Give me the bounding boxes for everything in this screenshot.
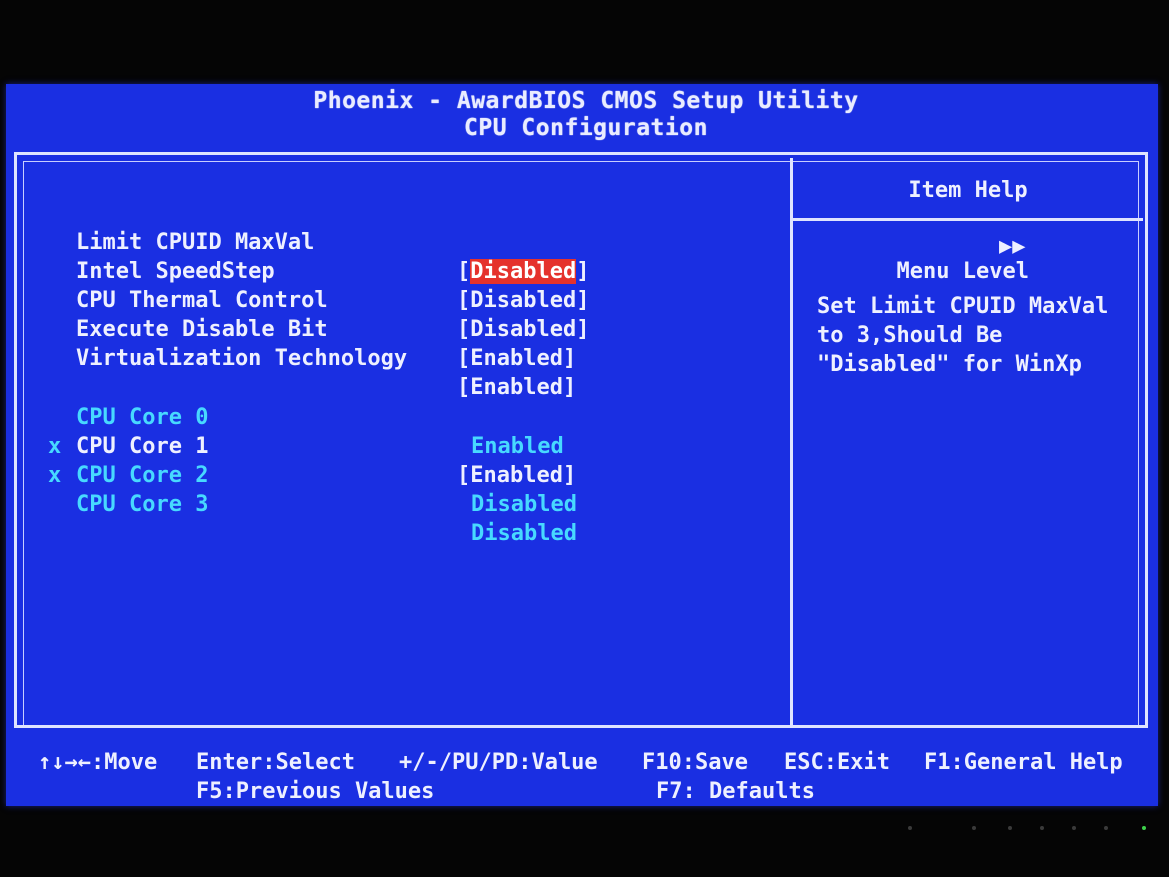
setting-row-limit-cpuid-maxval[interactable]: Limit CPUID MaxVal [Disabled] — [6, 170, 790, 284]
setting-label: CPU Core 2 — [76, 463, 209, 488]
setting-row-cpu-core-0: CPU Core 0 Enabled — [6, 345, 790, 459]
settings-list: Limit CPUID MaxVal [Disabled] Intel Spee… — [6, 84, 790, 806]
setting-value-text: Enabled — [470, 463, 563, 488]
setting-value: Disabled — [471, 521, 577, 546]
setting-row-cpu-core-3: x CPU Core 3 Disabled — [6, 432, 790, 546]
item-help-title: Item Help — [908, 178, 1028, 203]
help-line: to 3,Should Be — [817, 323, 1003, 348]
help-text: Set Limit CPUID MaxVal to 3,Should Be "Dis… — [817, 292, 1108, 379]
menu-level-label: Menu Level — [896, 259, 1029, 284]
monitor-bezel-buttons — [900, 826, 1160, 836]
setting-row-execute-disable-bit[interactable]: Execute Disable Bit [Enabled] — [6, 257, 790, 371]
double-arrow-right-icon: ▶▶ — [999, 234, 1026, 259]
key-enter-select: Enter:Select — [196, 750, 355, 775]
help-line: "Disabled" for WinXp — [817, 352, 1082, 377]
setting-label: CPU Core 3 — [76, 492, 209, 517]
setting-row-cpu-core-2: x CPU Core 2 Disabled — [6, 403, 790, 517]
setting-row-cpu-thermal-control[interactable]: CPU Thermal Control [Disabled] — [6, 228, 790, 342]
bezel-dot — [1104, 826, 1108, 830]
key-esc-exit: ESC:Exit — [784, 750, 890, 775]
key-f7-defaults: F7: Defaults — [656, 779, 815, 804]
key-f1-help: F1:General Help — [924, 750, 1123, 775]
setting-value: Disabled — [471, 492, 577, 517]
bezel-dot — [1040, 826, 1044, 830]
bezel-dot — [972, 826, 976, 830]
bios-screen: Phoenix - AwardBIOS CMOS Setup Utility C… — [6, 84, 1158, 806]
key-move: ↑↓→←:Move — [38, 750, 158, 775]
setting-label: Execute Disable Bit — [76, 317, 328, 342]
panel-divider — [790, 158, 793, 728]
bezel-dot — [1072, 826, 1076, 830]
disabled-mark: x — [48, 463, 62, 488]
key-value: +/-/PU/PD:Value — [399, 750, 598, 775]
setting-row-cpu-core-1[interactable]: CPU Core 1 [Enabled] — [6, 374, 790, 488]
help-separator — [793, 218, 1143, 221]
bezel-dot — [908, 826, 912, 830]
help-line: Set Limit CPUID MaxVal — [817, 294, 1109, 319]
setting-row-intel-speedstep[interactable]: Intel SpeedStep [Disabled] — [6, 199, 790, 313]
key-legend: ↑↓→←:Move Enter:Select +/-/PU/PD:Value F… — [6, 736, 1158, 804]
key-f10-save: F10:Save — [642, 750, 748, 775]
setting-value[interactable]: [Enabled] — [457, 461, 576, 490]
power-led-icon — [1142, 826, 1146, 830]
bezel-dot — [1008, 826, 1012, 830]
setting-row-virtualization-technology[interactable]: Virtualization Technology [Enabled] — [6, 286, 790, 400]
key-f5-previous: F5:Previous Values — [196, 779, 435, 804]
setting-value-text: Disabled — [470, 317, 577, 342]
setting-value[interactable]: [Disabled] — [457, 315, 589, 344]
